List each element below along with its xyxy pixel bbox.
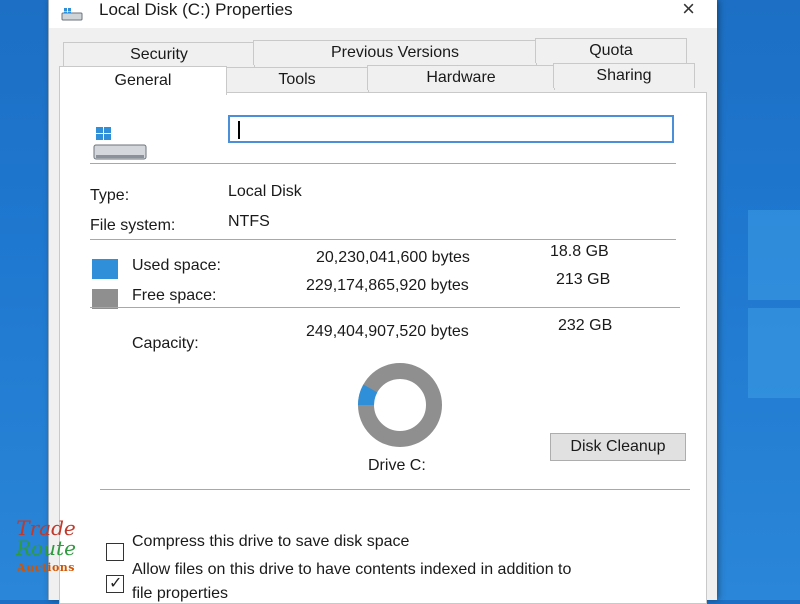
desktop-tile <box>748 308 800 398</box>
free-space-swatch <box>92 289 118 309</box>
tab-label: Security <box>130 46 188 63</box>
window-title: Local Disk (C:) Properties <box>99 0 293 19</box>
index-checkbox[interactable]: ✓ <box>106 575 124 593</box>
drive-icon <box>61 8 83 21</box>
title-bar: Local Disk (C:) Properties × <box>49 0 717 28</box>
free-space-label: Free space: <box>132 287 217 304</box>
divider <box>90 307 680 308</box>
usage-donut-chart <box>358 363 442 447</box>
index-label-continued: file properties <box>132 585 229 602</box>
watermark-line: Route <box>16 536 76 560</box>
file-system-label: File system: <box>90 217 176 234</box>
tab-quota[interactable]: Quota <box>535 38 687 63</box>
compress-label: Compress this drive to save disk space <box>132 533 410 550</box>
used-space-swatch <box>92 259 118 279</box>
checkmark-icon: ✓ <box>109 575 123 592</box>
tab-label: Quota <box>589 42 633 59</box>
text-caret <box>238 121 240 139</box>
free-space-ring <box>358 363 442 447</box>
type-label: Type: <box>90 187 130 204</box>
tab-label: Sharing <box>596 67 652 84</box>
tab-label: Hardware <box>426 69 496 86</box>
tab-label: Previous Versions <box>330 44 460 61</box>
tab-label: General <box>114 72 172 89</box>
drive-label: Drive C: <box>368 457 426 474</box>
tab-hardware[interactable]: Hardware <box>367 65 555 90</box>
properties-dialog: Local Disk (C:) Properties × Security Pr… <box>48 0 717 604</box>
drive-icon <box>93 127 147 160</box>
disk-cleanup-button[interactable]: Disk Cleanup <box>550 433 686 461</box>
file-system-value: NTFS <box>228 213 270 230</box>
drive-name-input[interactable] <box>228 115 674 143</box>
watermark-line: Trade <box>16 516 76 540</box>
tab-label: Tools <box>278 71 316 88</box>
used-space-label: Used space: <box>132 257 221 274</box>
used-space-gb: 18.8 GB <box>550 243 609 260</box>
index-label: Allow files on this drive to have conten… <box>132 561 572 578</box>
tab-sharing[interactable]: Sharing <box>553 63 695 88</box>
compress-checkbox[interactable] <box>106 543 124 561</box>
general-panel: Type: Local Disk File system: NTFS Used … <box>59 92 707 604</box>
close-button[interactable]: × <box>682 0 695 22</box>
free-space-bytes: 229,174,865,920 bytes <box>306 277 469 294</box>
tab-tools[interactable]: Tools <box>225 67 369 92</box>
capacity-label: Capacity: <box>132 335 199 352</box>
type-value: Local Disk <box>228 183 302 200</box>
divider <box>90 163 676 164</box>
watermark-line: Auctions <box>16 561 76 574</box>
watermark-logo: Trade Route Auctions <box>10 518 82 578</box>
capacity-gb: 232 GB <box>558 317 613 334</box>
capacity-bytes: 249,404,907,520 bytes <box>306 323 469 340</box>
divider <box>90 239 676 240</box>
tab-previous-versions[interactable]: Previous Versions <box>253 40 537 65</box>
tab-security[interactable]: Security <box>63 42 255 67</box>
desktop-tile <box>748 210 800 300</box>
divider <box>100 489 690 490</box>
used-space-bytes: 20,230,041,600 bytes <box>316 249 470 266</box>
free-space-gb: 213 GB <box>556 271 611 288</box>
tab-general[interactable]: General <box>59 66 227 95</box>
